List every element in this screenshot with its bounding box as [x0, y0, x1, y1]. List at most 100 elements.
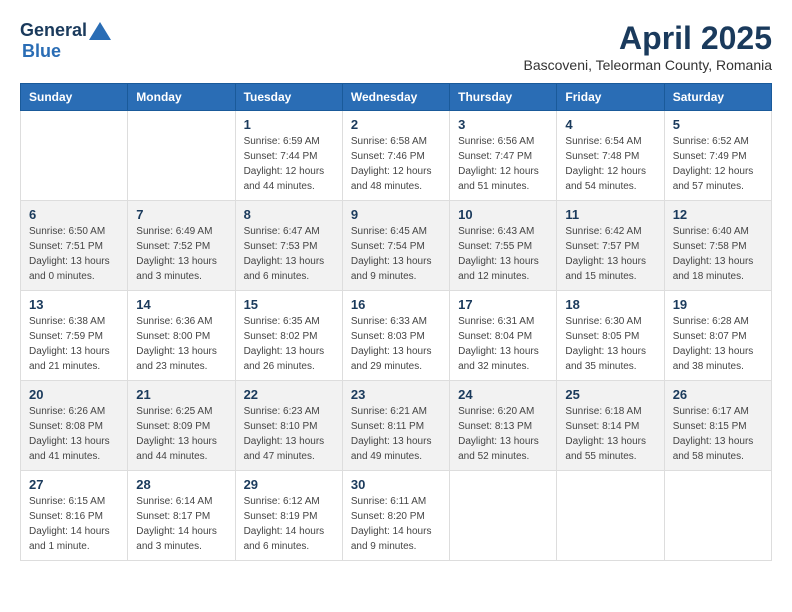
day-number: 2 — [351, 117, 441, 132]
day-info: Sunrise: 6:31 AM Sunset: 8:04 PM Dayligh… — [458, 314, 548, 374]
day-number: 10 — [458, 207, 548, 222]
day-info: Sunrise: 6:30 AM Sunset: 8:05 PM Dayligh… — [565, 314, 655, 374]
day-number: 19 — [673, 297, 763, 312]
day-number: 28 — [136, 477, 226, 492]
day-info: Sunrise: 6:28 AM Sunset: 8:07 PM Dayligh… — [673, 314, 763, 374]
day-info: Sunrise: 6:56 AM Sunset: 7:47 PM Dayligh… — [458, 134, 548, 194]
calendar-cell: 25 Sunrise: 6:18 AM Sunset: 8:14 PM Dayli… — [557, 381, 664, 471]
day-number: 16 — [351, 297, 441, 312]
day-info: Sunrise: 6:11 AM Sunset: 8:20 PM Dayligh… — [351, 494, 441, 554]
day-info: Sunrise: 6:49 AM Sunset: 7:52 PM Dayligh… — [136, 224, 226, 284]
calendar-cell: 22Sunrise: 6:23 AM Sunset: 8:10 PM Dayli… — [235, 381, 342, 471]
day-number: 25 — [565, 387, 655, 402]
weekday-header: Thursday — [450, 84, 557, 111]
day-number: 14 — [136, 297, 226, 312]
day-info: Sunrise: 6:33 AM Sunset: 8:03 PM Dayligh… — [351, 314, 441, 374]
calendar-cell: 26 Sunrise: 6:17 AM Sunset: 8:15 PM Dayli… — [664, 381, 771, 471]
day-number: 3 — [458, 117, 548, 132]
day-number: 18 — [565, 297, 655, 312]
calendar-cell: 29Sunrise: 6:12 AM Sunset: 8:19 PM Dayli… — [235, 471, 342, 561]
day-info: Sunrise: 6:23 AM Sunset: 8:10 PM Dayligh… — [244, 404, 334, 464]
calendar-cell: 21Sunrise: 6:25 AM Sunset: 8:09 PM Dayli… — [128, 381, 235, 471]
calendar-cell — [557, 471, 664, 561]
page-header: General Blue April 2025 Bascoveni, Teleo… — [20, 20, 772, 73]
calendar-cell: 30 Sunrise: 6:11 AM Sunset: 8:20 PM Dayli… — [342, 471, 449, 561]
day-info: Sunrise: 6:59 AM Sunset: 7:44 PM Dayligh… — [244, 134, 334, 194]
calendar-cell: 7 Sunrise: 6:49 AM Sunset: 7:52 PM Daylig… — [128, 201, 235, 291]
calendar-cell: 9Sunrise: 6:45 AM Sunset: 7:54 PM Daylig… — [342, 201, 449, 291]
day-info: Sunrise: 6:47 AM Sunset: 7:53 PM Dayligh… — [244, 224, 334, 284]
calendar-week-row: 13 Sunrise: 6:38 AM Sunset: 7:59 PM Dayli… — [21, 291, 772, 381]
calendar-cell: 14 Sunrise: 6:36 AM Sunset: 8:00 PM Dayli… — [128, 291, 235, 381]
calendar-week-row: 6 Sunrise: 6:50 AM Sunset: 7:51 PM Daylig… — [21, 201, 772, 291]
day-number: 11 — [565, 207, 655, 222]
day-info: Sunrise: 6:14 AM Sunset: 8:17 PM Dayligh… — [136, 494, 226, 554]
calendar-cell: 6 Sunrise: 6:50 AM Sunset: 7:51 PM Daylig… — [21, 201, 128, 291]
day-number: 1 — [244, 117, 334, 132]
weekday-header: Monday — [128, 84, 235, 111]
calendar-cell: 19 Sunrise: 6:28 AM Sunset: 8:07 PM Dayli… — [664, 291, 771, 381]
day-info: Sunrise: 6:54 AM Sunset: 7:48 PM Dayligh… — [565, 134, 655, 194]
calendar-cell: 5 Sunrise: 6:52 AM Sunset: 7:49 PM Daylig… — [664, 111, 771, 201]
month-title: April 2025 — [524, 20, 773, 57]
logo-general-text: General — [20, 20, 87, 41]
calendar-cell — [664, 471, 771, 561]
calendar-cell: 23 Sunrise: 6:21 AM Sunset: 8:11 PM Dayli… — [342, 381, 449, 471]
calendar-cell: 13 Sunrise: 6:38 AM Sunset: 7:59 PM Dayli… — [21, 291, 128, 381]
weekday-header: Saturday — [664, 84, 771, 111]
day-info: Sunrise: 6:50 AM Sunset: 7:51 PM Dayligh… — [29, 224, 119, 284]
calendar-cell: 24 Sunrise: 6:20 AM Sunset: 8:13 PM Dayli… — [450, 381, 557, 471]
calendar-cell: 28 Sunrise: 6:14 AM Sunset: 8:17 PM Dayli… — [128, 471, 235, 561]
calendar-cell: 20Sunrise: 6:26 AM Sunset: 8:08 PM Dayli… — [21, 381, 128, 471]
day-info: Sunrise: 6:52 AM Sunset: 7:49 PM Dayligh… — [673, 134, 763, 194]
day-number: 7 — [136, 207, 226, 222]
location-title: Bascoveni, Teleorman County, Romania — [524, 57, 773, 73]
day-info: Sunrise: 6:20 AM Sunset: 8:13 PM Dayligh… — [458, 404, 548, 464]
calendar-week-row: 1 Sunrise: 6:59 AM Sunset: 7:44 PM Daylig… — [21, 111, 772, 201]
day-info: Sunrise: 6:17 AM Sunset: 8:15 PM Dayligh… — [673, 404, 763, 464]
calendar-cell: 1 Sunrise: 6:59 AM Sunset: 7:44 PM Daylig… — [235, 111, 342, 201]
day-info: Sunrise: 6:25 AM Sunset: 8:09 PM Dayligh… — [136, 404, 226, 464]
day-number: 9 — [351, 207, 441, 222]
calendar-cell — [21, 111, 128, 201]
day-info: Sunrise: 6:35 AM Sunset: 8:02 PM Dayligh… — [244, 314, 334, 374]
day-number: 4 — [565, 117, 655, 132]
day-info: Sunrise: 6:18 AM Sunset: 8:14 PM Dayligh… — [565, 404, 655, 464]
day-number: 5 — [673, 117, 763, 132]
calendar-cell: 18 Sunrise: 6:30 AM Sunset: 8:05 PM Dayli… — [557, 291, 664, 381]
day-info: Sunrise: 6:36 AM Sunset: 8:00 PM Dayligh… — [136, 314, 226, 374]
weekday-header: Wednesday — [342, 84, 449, 111]
weekday-header: Tuesday — [235, 84, 342, 111]
calendar-cell: 3 Sunrise: 6:56 AM Sunset: 7:47 PM Daylig… — [450, 111, 557, 201]
day-info: Sunrise: 6:43 AM Sunset: 7:55 PM Dayligh… — [458, 224, 548, 284]
day-number: 24 — [458, 387, 548, 402]
calendar-cell: 4 Sunrise: 6:54 AM Sunset: 7:48 PM Daylig… — [557, 111, 664, 201]
calendar-cell: 15Sunrise: 6:35 AM Sunset: 8:02 PM Dayli… — [235, 291, 342, 381]
calendar-cell: 12 Sunrise: 6:40 AM Sunset: 7:58 PM Dayli… — [664, 201, 771, 291]
day-number: 20 — [29, 387, 119, 402]
day-number: 17 — [458, 297, 548, 312]
calendar-cell: 27Sunrise: 6:15 AM Sunset: 8:16 PM Dayli… — [21, 471, 128, 561]
calendar-header-row: SundayMondayTuesdayWednesdayThursdayFrid… — [21, 84, 772, 111]
day-number: 29 — [244, 477, 334, 492]
day-info: Sunrise: 6:38 AM Sunset: 7:59 PM Dayligh… — [29, 314, 119, 374]
day-number: 12 — [673, 207, 763, 222]
calendar-week-row: 20Sunrise: 6:26 AM Sunset: 8:08 PM Dayli… — [21, 381, 772, 471]
logo-icon — [89, 22, 111, 40]
calendar-cell: 16 Sunrise: 6:33 AM Sunset: 8:03 PM Dayli… — [342, 291, 449, 381]
day-info: Sunrise: 6:21 AM Sunset: 8:11 PM Dayligh… — [351, 404, 441, 464]
day-number: 30 — [351, 477, 441, 492]
day-info: Sunrise: 6:42 AM Sunset: 7:57 PM Dayligh… — [565, 224, 655, 284]
calendar-cell: 11 Sunrise: 6:42 AM Sunset: 7:57 PM Dayli… — [557, 201, 664, 291]
calendar-cell — [450, 471, 557, 561]
weekday-header: Sunday — [21, 84, 128, 111]
day-number: 6 — [29, 207, 119, 222]
calendar-cell: 8Sunrise: 6:47 AM Sunset: 7:53 PM Daylig… — [235, 201, 342, 291]
weekday-header: Friday — [557, 84, 664, 111]
day-number: 26 — [673, 387, 763, 402]
day-info: Sunrise: 6:15 AM Sunset: 8:16 PM Dayligh… — [29, 494, 119, 554]
day-number: 23 — [351, 387, 441, 402]
calendar-table: SundayMondayTuesdayWednesdayThursdayFrid… — [20, 83, 772, 561]
day-info: Sunrise: 6:40 AM Sunset: 7:58 PM Dayligh… — [673, 224, 763, 284]
day-number: 13 — [29, 297, 119, 312]
